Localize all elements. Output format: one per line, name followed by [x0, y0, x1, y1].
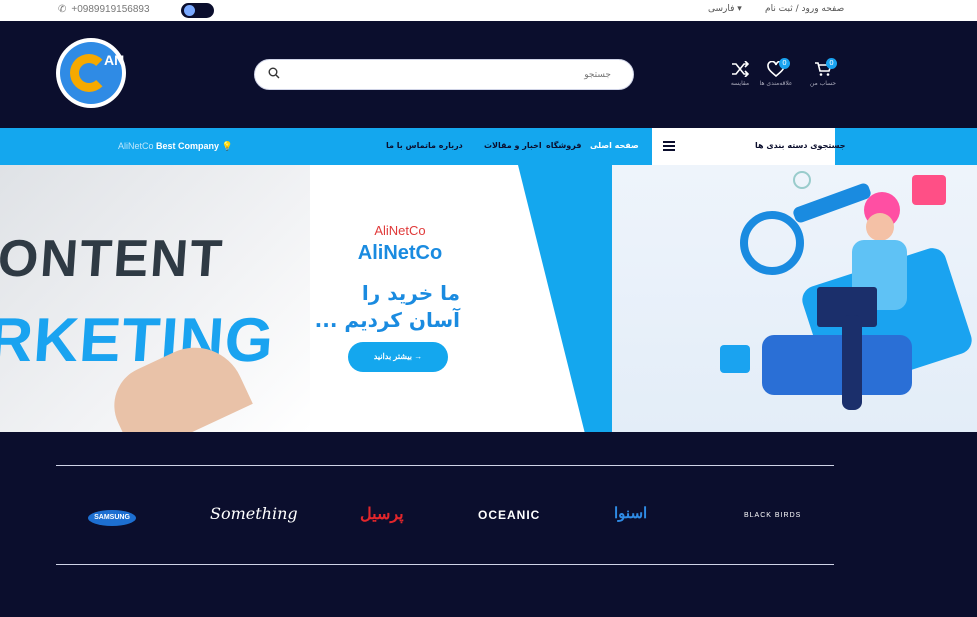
- header: AN مقایسه 0 علاقه‌مندی ها 0 حساب من: [0, 21, 977, 128]
- nav-item-about[interactable]: درباره ما: [428, 141, 463, 150]
- bulb-icon: 💡: [221, 141, 233, 151]
- nav-tagline: AliNetCo Best Company 💡: [118, 141, 233, 152]
- nav-item-shop[interactable]: فروشگاه: [546, 141, 581, 150]
- tagline-rest: Best Company: [153, 141, 220, 151]
- nav-item-news[interactable]: اخبار و مقالات: [484, 141, 542, 150]
- globe-icon: [184, 5, 195, 16]
- account-caption: حساب من: [809, 80, 837, 87]
- learn-more-button[interactable]: بیشتر بدانید →: [348, 342, 448, 372]
- brand-persil[interactable]: پرسیل: [360, 504, 404, 524]
- search-bar: [254, 59, 634, 90]
- wishlist-button[interactable]: 0 علاقه‌مندی ها: [758, 58, 794, 87]
- search-icon[interactable]: [268, 67, 280, 79]
- site-logo[interactable]: AN: [56, 38, 126, 108]
- menu-icon[interactable]: [663, 141, 675, 151]
- shuffle-icon: [732, 61, 749, 77]
- login-register-link[interactable]: صفحه ورود / ثبت نام: [765, 4, 844, 14]
- divider-bottom: [56, 564, 834, 565]
- wishlist-caption: علاقه‌مندی ها: [759, 80, 793, 87]
- logo-c-shape: [70, 54, 108, 92]
- wishlist-count-badge: 0: [779, 58, 790, 69]
- hero-title: AliNetCo: [357, 242, 443, 264]
- logo-circle: AN: [60, 42, 125, 104]
- brand-snowa[interactable]: اسنوا: [614, 504, 647, 522]
- hero-image-word-content: ONTENT: [0, 230, 226, 288]
- tagline-brand: AliNetCo: [118, 141, 154, 151]
- person-laptop-illustration: [720, 171, 972, 410]
- compare-caption: مقایسه: [730, 80, 750, 87]
- compare-button[interactable]: مقایسه: [722, 61, 758, 87]
- phone-text: +0989919156893: [71, 4, 150, 15]
- search-input[interactable]: [291, 66, 611, 84]
- hero-headline: ما خرید را آسان کردیم ...: [314, 281, 460, 332]
- nav-band-right: [835, 128, 977, 165]
- language-selector[interactable]: فارسی ▾: [708, 4, 742, 14]
- brands-strip: SAMSUNG Something پرسیل OCEANIC اسنوا BL…: [0, 432, 977, 617]
- hero-image-word-marketing: RKETING: [0, 306, 277, 375]
- nav-item-home[interactable]: صفحه اصلی: [590, 141, 639, 150]
- hero-small-title: AliNetCo: [374, 223, 426, 238]
- brand-something[interactable]: Something: [210, 504, 298, 523]
- brand-black-birds[interactable]: BLACK BIRDS: [744, 512, 801, 519]
- brand-oceanic[interactable]: OCEANIC: [478, 508, 540, 522]
- logo-text: AN: [104, 52, 125, 68]
- category-search[interactable]: جستجوی دسته بندی ها: [755, 141, 846, 150]
- brand-samsung[interactable]: SAMSUNG: [88, 510, 136, 526]
- nav-item-contact[interactable]: تماس با ما: [386, 141, 428, 150]
- cart-count-badge: 0: [826, 58, 837, 69]
- divider-top: [56, 465, 834, 466]
- top-bar: ✆ +0989919156893 فارسی ▾ صفحه ورود / ثبت …: [0, 0, 977, 21]
- theme-toggle[interactable]: [181, 3, 214, 18]
- cart-button[interactable]: 0 حساب من: [805, 58, 841, 87]
- hero-right-illustration: [612, 165, 977, 432]
- phone-number[interactable]: ✆ +0989919156893: [58, 4, 150, 15]
- phone-icon: ✆: [58, 4, 67, 15]
- hero-slider: ONTENT RKETING AliNetCo AliNetCo ما خرید…: [0, 165, 977, 432]
- main-nav: AliNetCo Best Company 💡 تماس با ما دربار…: [0, 128, 977, 165]
